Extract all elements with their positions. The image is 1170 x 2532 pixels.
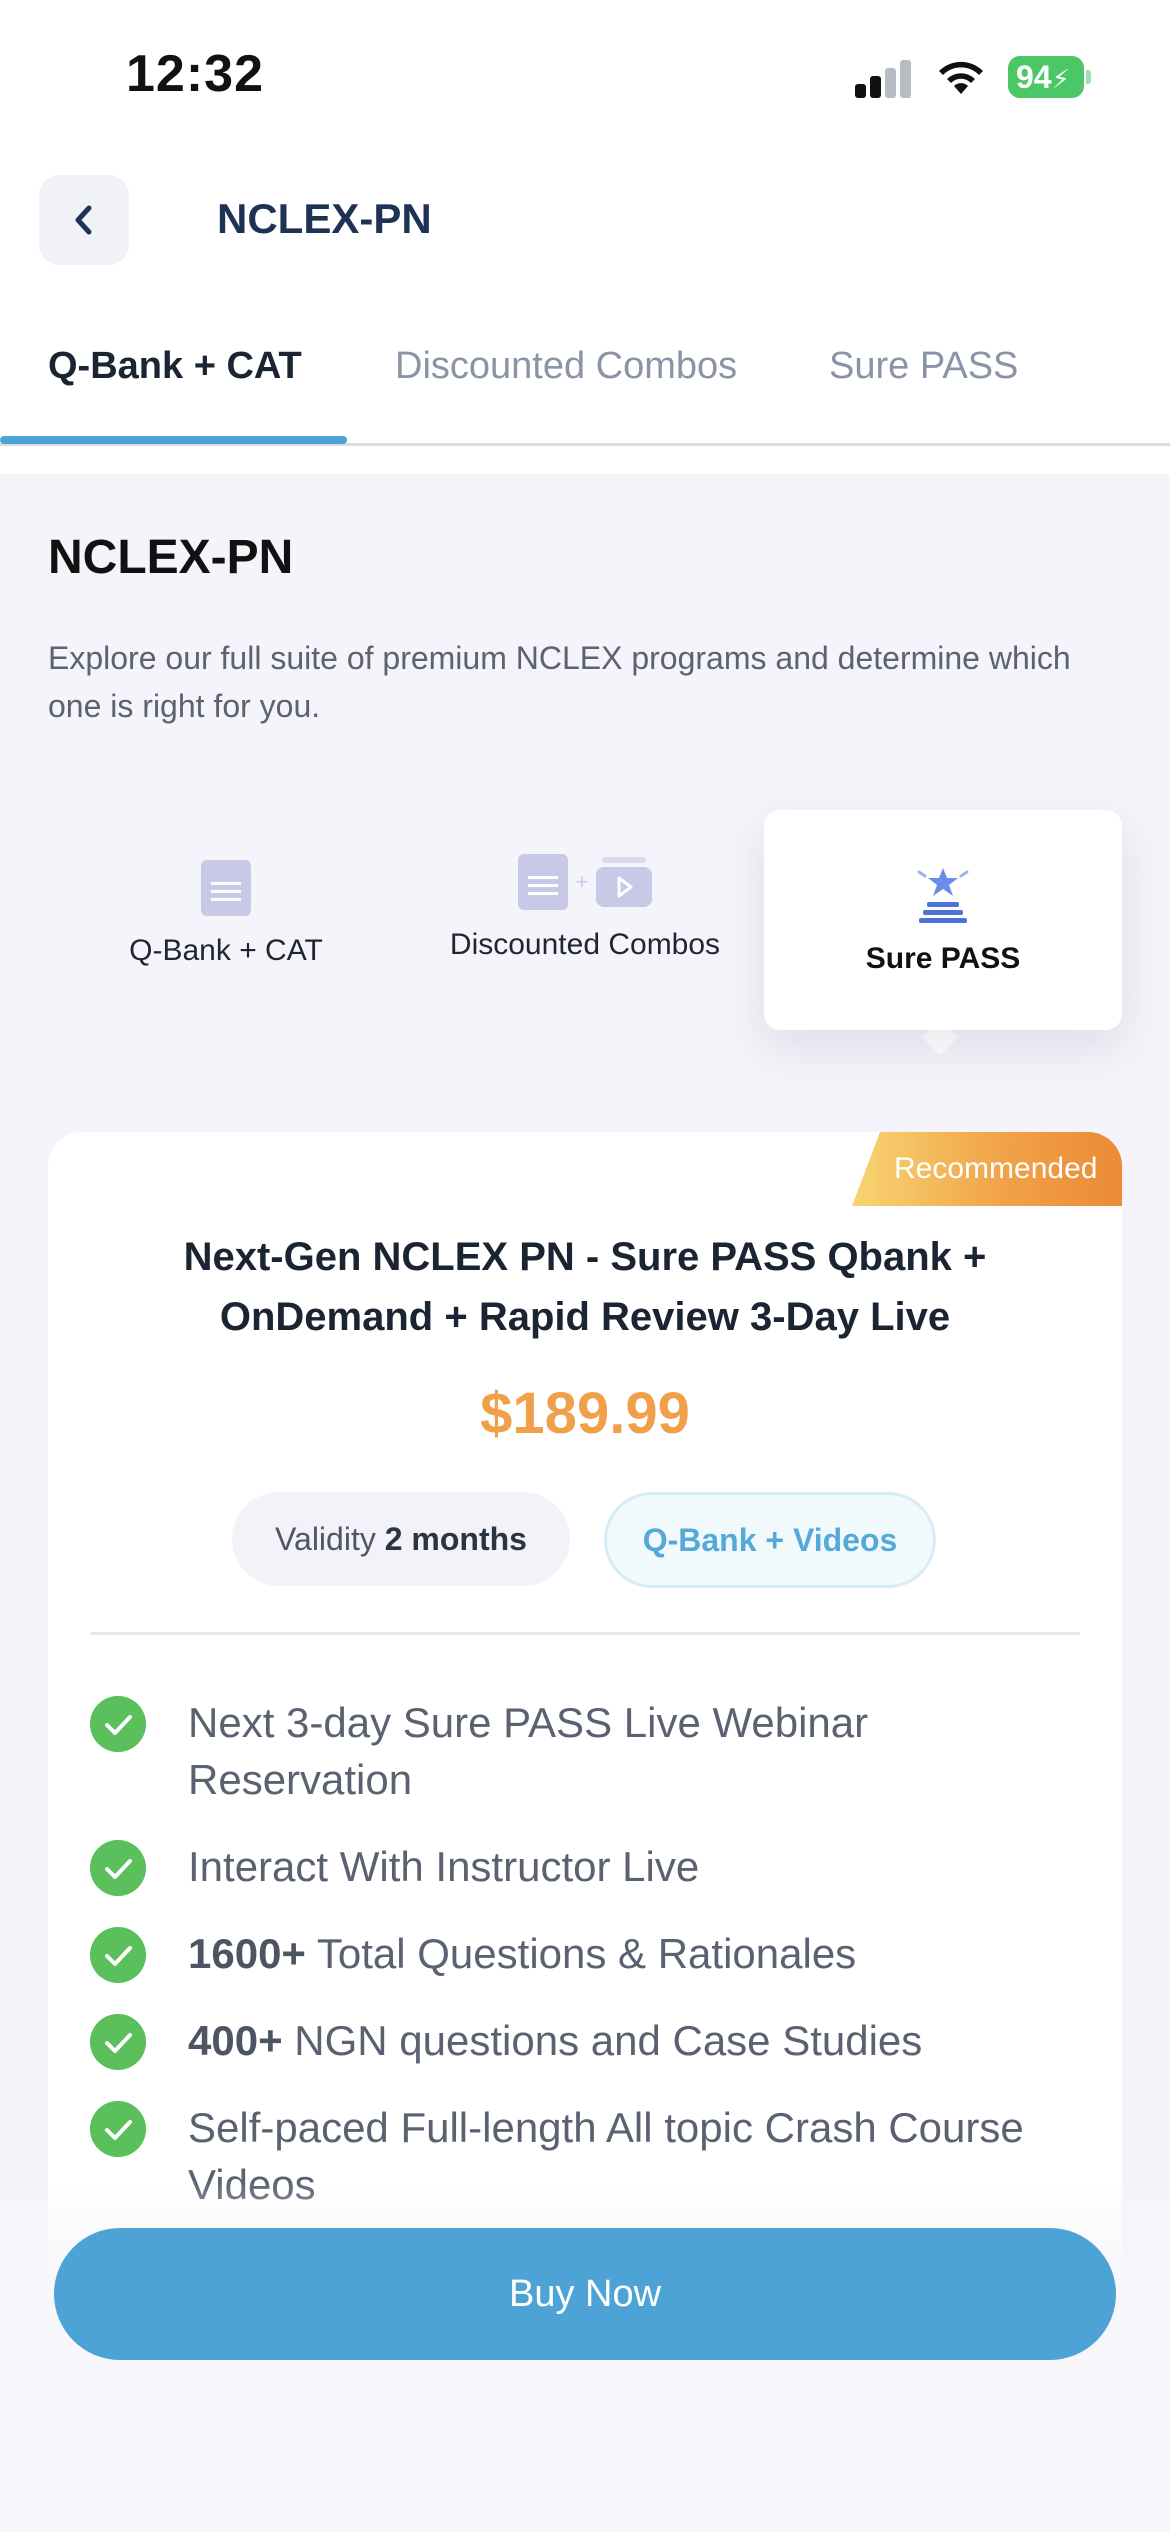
tab-discounted-combos[interactable]: Discounted Combos bbox=[395, 345, 737, 388]
battery-icon: 94⚡ bbox=[1008, 56, 1084, 98]
status-bar: 12:32 94⚡ bbox=[0, 0, 1170, 150]
category-label: Discounted Combos bbox=[449, 928, 721, 961]
feature-text: 1600+ Total Questions & Rationales bbox=[188, 1930, 857, 1977]
category-qbank-cat[interactable]: Q-Bank + CAT bbox=[96, 824, 356, 1004]
wifi-icon bbox=[939, 61, 983, 94]
document-video-icon: + bbox=[517, 854, 653, 910]
product-price: $189.99 bbox=[480, 1381, 690, 1446]
battery-tip bbox=[1086, 70, 1091, 84]
validity-pill: Validity 2 months bbox=[232, 1492, 570, 1586]
divider bbox=[90, 1632, 1080, 1635]
podium-star-icon bbox=[917, 868, 969, 923]
back-button[interactable] bbox=[39, 175, 129, 265]
recommended-badge: Recommended bbox=[852, 1132, 1122, 1206]
validity-label: Validity bbox=[275, 1521, 376, 1557]
check-circle-icon bbox=[90, 1927, 146, 1983]
tab-qbank-cat[interactable]: Q-Bank + CAT bbox=[48, 345, 302, 388]
feature-text: 400+ NGN questions and Case Studies bbox=[188, 2017, 923, 2064]
buy-now-button[interactable]: Buy Now bbox=[54, 2228, 1116, 2360]
chevron-left-icon bbox=[75, 205, 92, 235]
validity-value: 2 months bbox=[384, 1521, 527, 1557]
page-title: NCLEX-PN bbox=[217, 195, 432, 242]
feature-text: Interact With Instructor Live bbox=[188, 1843, 700, 1890]
section-description: Explore our full suite of premium NCLEX … bbox=[48, 640, 1071, 724]
check-circle-icon bbox=[90, 2014, 146, 2070]
check-circle-icon bbox=[90, 2101, 146, 2157]
tab-sure-pass[interactable]: Sure PASS bbox=[829, 345, 1018, 388]
category-discounted-combos[interactable]: + Discounted Combos bbox=[430, 818, 740, 998]
product-title: Next-Gen NCLEX PN - Sure PASS Qbank + On… bbox=[183, 1235, 987, 1339]
tab-bar: Q-Bank + CAT Discounted Combos Sure PASS bbox=[0, 330, 1170, 446]
check-circle-icon bbox=[90, 1840, 146, 1896]
category-label: Sure PASS bbox=[865, 942, 1021, 975]
section-title: NCLEX-PN bbox=[48, 531, 294, 584]
status-time: 12:32 bbox=[126, 45, 264, 103]
category-label: Q-Bank + CAT bbox=[129, 934, 323, 967]
battery-level: 94 bbox=[1016, 59, 1052, 95]
active-tab-indicator bbox=[0, 436, 347, 444]
check-circle-icon bbox=[90, 1696, 146, 1752]
document-icon bbox=[201, 860, 251, 916]
cellular-signal-icon bbox=[855, 58, 915, 98]
category-sure-pass[interactable]: Sure PASS bbox=[764, 810, 1122, 1030]
feature-text: Next 3-day Sure PASS Live Webinar Reserv… bbox=[188, 1699, 869, 1803]
product-type-pill: Q-Bank + Videos bbox=[604, 1492, 936, 1588]
